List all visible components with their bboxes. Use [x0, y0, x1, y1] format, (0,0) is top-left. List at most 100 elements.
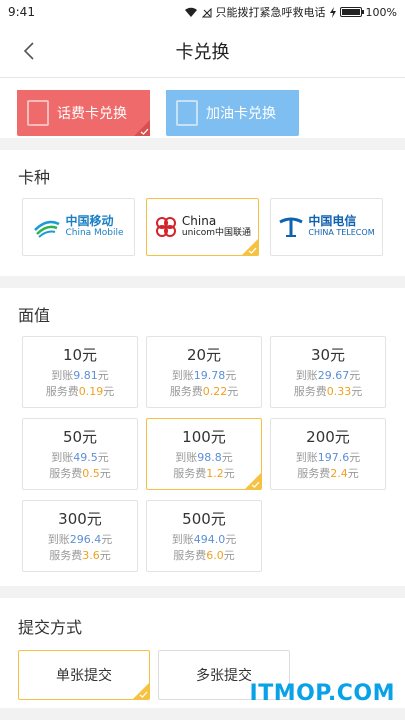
carrier-row: 中国移动 China Mobile China unicom中国联通 中国电信 … [0, 198, 405, 276]
fee-prefix: 服务费 [173, 467, 207, 480]
denomination-value: 20元 [186, 346, 222, 364]
china-unicom-logo-icon [155, 217, 176, 237]
currency-unit: 元 [347, 467, 359, 480]
china-mobile-en: China Mobile [65, 228, 124, 238]
denomination-value: 500元 [182, 510, 226, 528]
denomination-fee: 服务费6.0元 [173, 548, 235, 564]
fee-amount: 0.33 [326, 385, 352, 398]
battery-fill [341, 9, 360, 15]
denomination-value: 100元 [182, 428, 226, 446]
denomination-section: 面值 10元 到账9.81元 服务费0.19元 20元 到账19.78元 服务费0.22元… [0, 288, 405, 586]
divider [0, 276, 405, 288]
currency-unit: 元 [101, 533, 113, 546]
credit-amount: 197.6 [317, 451, 350, 464]
back-button[interactable] [14, 36, 44, 66]
denomination-value: 10元 [62, 346, 98, 364]
denomination-credit: 到账98.8元 [175, 450, 233, 466]
credit-prefix: 到账 [171, 533, 194, 546]
currency-unit: 元 [221, 451, 233, 464]
charging-icon [329, 6, 336, 18]
submit-title: 提交方式 [18, 618, 83, 637]
currency-unit: 元 [349, 369, 361, 382]
denomination-fee: 服务费3.6元 [49, 548, 111, 564]
denomination-credit: 到账19.78元 [172, 368, 237, 384]
card-type-section: 卡种 中国移动 China Mobile China unicom中国联通 中国… [0, 150, 405, 276]
denomination-fee: 服务费0.5元 [49, 466, 111, 482]
fee-amount: 6.0 [206, 549, 224, 562]
china-telecom-logo-icon [279, 217, 304, 237]
carrier-china-mobile[interactable]: 中国移动 China Mobile [22, 198, 135, 256]
denomination-fee: 服务费0.22元 [170, 384, 239, 400]
currency-unit: 元 [227, 385, 239, 398]
currency-unit: 元 [97, 369, 109, 382]
selected-check-icon [134, 120, 150, 136]
fee-prefix: 服务费 [49, 467, 83, 480]
denomination-value: 200元 [306, 428, 350, 446]
carrier-china-telecom[interactable]: 中国电信 CHINA TELECOM [270, 198, 383, 256]
denomination-grid: 10元 到账9.81元 服务费0.19元 20元 到账19.78元 服务费0.22元 30元… [0, 336, 405, 586]
fuel-card-exchange-button[interactable]: 加油卡兑换 [166, 90, 299, 136]
credit-amount: 49.5 [73, 451, 98, 464]
divider [0, 138, 405, 150]
credit-prefix: 到账 [171, 369, 194, 382]
denomination-value: 30元 [310, 346, 346, 364]
divider [0, 586, 405, 598]
fee-prefix: 服务费 [169, 385, 203, 398]
china-telecom-text: 中国电信 CHINA TELECOM [308, 215, 374, 239]
denomination-card[interactable]: 100元 到账98.8元 服务费1.2元 [146, 418, 262, 490]
credit-amount: 19.78 [193, 369, 226, 382]
battery-percent: 100% [365, 5, 397, 19]
status-bar: 9:41 只能拨打紧急呼救电话 100% [0, 0, 405, 24]
china-mobile-cn: 中国移动 [65, 214, 114, 228]
credit-prefix: 到账 [51, 369, 74, 382]
denomination-card[interactable]: 300元到账296.4元 服务费3.6元 [22, 500, 138, 572]
currency-unit: 元 [99, 467, 111, 480]
page-title: 卡兑换 [175, 41, 230, 63]
selected-check-icon [133, 683, 149, 699]
status-carrier-text: 只能拨打紧急呼救电话 [215, 6, 326, 19]
selected-check-icon [242, 239, 258, 255]
fee-amount: 2.4 [330, 467, 348, 480]
denomination-card[interactable]: 50元 到账49.5元 服务费0.5元 [22, 418, 138, 490]
phone-card-exchange-label: 话费卡兑换 [57, 106, 127, 122]
fee-prefix: 服务费 [293, 385, 327, 398]
fee-prefix: 服务费 [173, 549, 207, 562]
china-telecom-cn: 中国电信 [308, 214, 357, 228]
denomination-card[interactable]: 10元 到账9.81元 服务费0.19元 [22, 336, 138, 408]
denomination-credit: 到账296.4元 [48, 532, 113, 548]
status-right: 只能拨打紧急呼救电话 100% [184, 4, 397, 20]
nav-bar: 卡兑换 [0, 24, 405, 78]
fee-amount: 0.5 [82, 467, 100, 480]
fee-prefix: 服务费 [45, 385, 79, 398]
denomination-credit: 到账9.81元 [51, 368, 109, 384]
credit-prefix: 到账 [175, 451, 198, 464]
denomination-value: 50元 [62, 428, 98, 446]
china-mobile-logo-icon [34, 220, 61, 238]
no-signal-icon [201, 7, 212, 17]
denomination-card[interactable]: 500元 到账494.0元 服务费6.0元 [146, 500, 262, 572]
denomination-credit: 到账49.5元 [51, 450, 109, 466]
currency-unit: 元 [103, 385, 115, 398]
phone-card-icon [27, 100, 49, 126]
fee-amount: 0.19 [78, 385, 104, 398]
multi-submit-label: 多张提交 [196, 668, 252, 684]
fee-amount: 3.6 [82, 549, 100, 562]
denomination-card[interactable]: 200元 到账197.6元 服务费2.4元 [270, 418, 386, 490]
exchange-type-row: 话费卡兑换 加油卡兑换 [0, 90, 405, 138]
denomination-card[interactable]: 20元到账19.78元 服务费0.22元 [146, 336, 262, 408]
phone-card-exchange-button[interactable]: 话费卡兑换 [17, 90, 150, 136]
currency-unit: 元 [97, 451, 109, 464]
fuel-card-exchange-label: 加油卡兑换 [206, 106, 276, 122]
single-submit-button[interactable]: 单张提交 [18, 650, 150, 700]
credit-prefix: 到账 [51, 451, 74, 464]
credit-amount: 29.67 [317, 369, 350, 382]
chevron-left-icon [23, 42, 34, 60]
currency-unit: 元 [99, 549, 111, 562]
carrier-china-unicom[interactable]: China unicom中国联通 [146, 198, 259, 256]
credit-amount: 9.81 [73, 369, 98, 382]
denomination-value: 300元 [58, 510, 102, 528]
denomination-card[interactable]: 30元 到账29.67元 服务费0.33元 [270, 336, 386, 408]
china-unicom-text: China unicom中国联通 [182, 215, 251, 239]
currency-unit: 元 [223, 467, 235, 480]
currency-unit: 元 [225, 533, 237, 546]
